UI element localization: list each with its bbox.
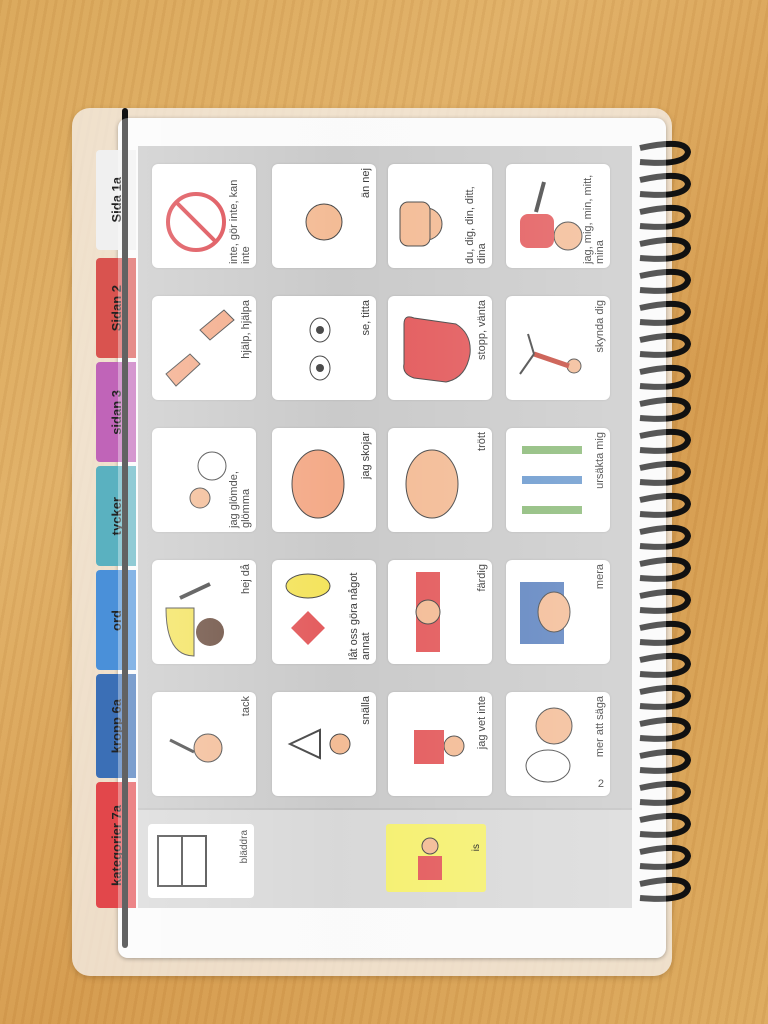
symbol-fardig[interactable]: färdig	[388, 560, 492, 664]
stop-hand-icon	[403, 316, 471, 383]
thank-you-gesture-icon	[169, 733, 223, 763]
symbol-skynda[interactable]: skynda dig	[506, 296, 610, 400]
browse-button[interactable]: bläddra	[148, 824, 254, 898]
waving-person-icon	[165, 582, 224, 657]
person-pointing-you-icon	[399, 201, 443, 247]
running-person-icon	[519, 333, 582, 375]
symbol-glomde[interactable]: jag glömde, glömma	[152, 428, 256, 532]
symbol-trott[interactable]: trött	[388, 428, 492, 532]
please-gesture-icon	[287, 728, 351, 760]
tab-sida-1a[interactable]: Sida 1a	[96, 150, 136, 250]
symbol-tack[interactable]: tack	[152, 692, 256, 796]
forgot-thought-icon	[189, 451, 227, 509]
people-bumping-icon	[522, 446, 582, 514]
symbol-mer-att-saga[interactable]: mer att säga 2	[506, 692, 610, 796]
tab-kategorier[interactable]: kategorier 7a	[96, 782, 136, 908]
helping-hands-icon	[165, 309, 235, 387]
hands-more-icon	[520, 582, 571, 644]
symbol-an-nej[interactable]: än nej	[272, 164, 376, 268]
head-shake-icon	[305, 203, 343, 241]
symbol-annat[interactable]: låt oss göra något annat	[272, 560, 376, 664]
person-pointing-self-icon	[520, 181, 583, 251]
tab-tycker[interactable]: tycker	[96, 466, 136, 566]
symbol-jag[interactable]: jag, mig, min, mitt, mina	[506, 164, 610, 268]
finished-gesture-icon	[415, 572, 441, 652]
spiral-binding	[639, 140, 692, 902]
tab-kropp[interactable]: kropp 6a	[96, 674, 136, 778]
symbol-stopp[interactable]: stopp, vänta	[388, 296, 492, 400]
symbol-se[interactable]: se, titta	[272, 296, 376, 400]
elastic-band	[122, 108, 128, 948]
shapes-icon	[285, 573, 331, 645]
tired-face-icon	[405, 449, 459, 519]
symbol-mera[interactable]: mera	[506, 560, 610, 664]
prohibited-icon	[166, 192, 226, 252]
shrugging-person-icon	[414, 730, 465, 764]
joking-face-icon	[291, 449, 345, 519]
figure-icon	[418, 837, 442, 880]
symbol-hej-da[interactable]: hej då	[152, 560, 256, 664]
symbol-hjalp[interactable]: hjälp, hjälpa	[152, 296, 256, 400]
symbol-skojar[interactable]: jag skojar	[272, 428, 376, 532]
tab-ord[interactable]: ord	[96, 570, 136, 670]
speech-bubble-icon	[525, 707, 573, 783]
open-book-icon	[157, 835, 207, 887]
symbol-ursakta[interactable]: ursäkta mig	[506, 428, 610, 532]
tab-sidan-3[interactable]: sidan 3	[96, 362, 136, 462]
eyes-icon	[309, 317, 331, 381]
yellow-symbol-button[interactable]: is	[386, 824, 486, 892]
symbol-vet-inte[interactable]: jag vet inte	[388, 692, 492, 796]
symbol-snalla[interactable]: snälla	[272, 692, 376, 796]
tab-sidan-2[interactable]: Sidan 2	[96, 258, 136, 358]
symbol-du[interactable]: du, dig, din, ditt, dina	[388, 164, 492, 268]
symbol-inte[interactable]: inte, gör inte, kan inte	[152, 164, 256, 268]
